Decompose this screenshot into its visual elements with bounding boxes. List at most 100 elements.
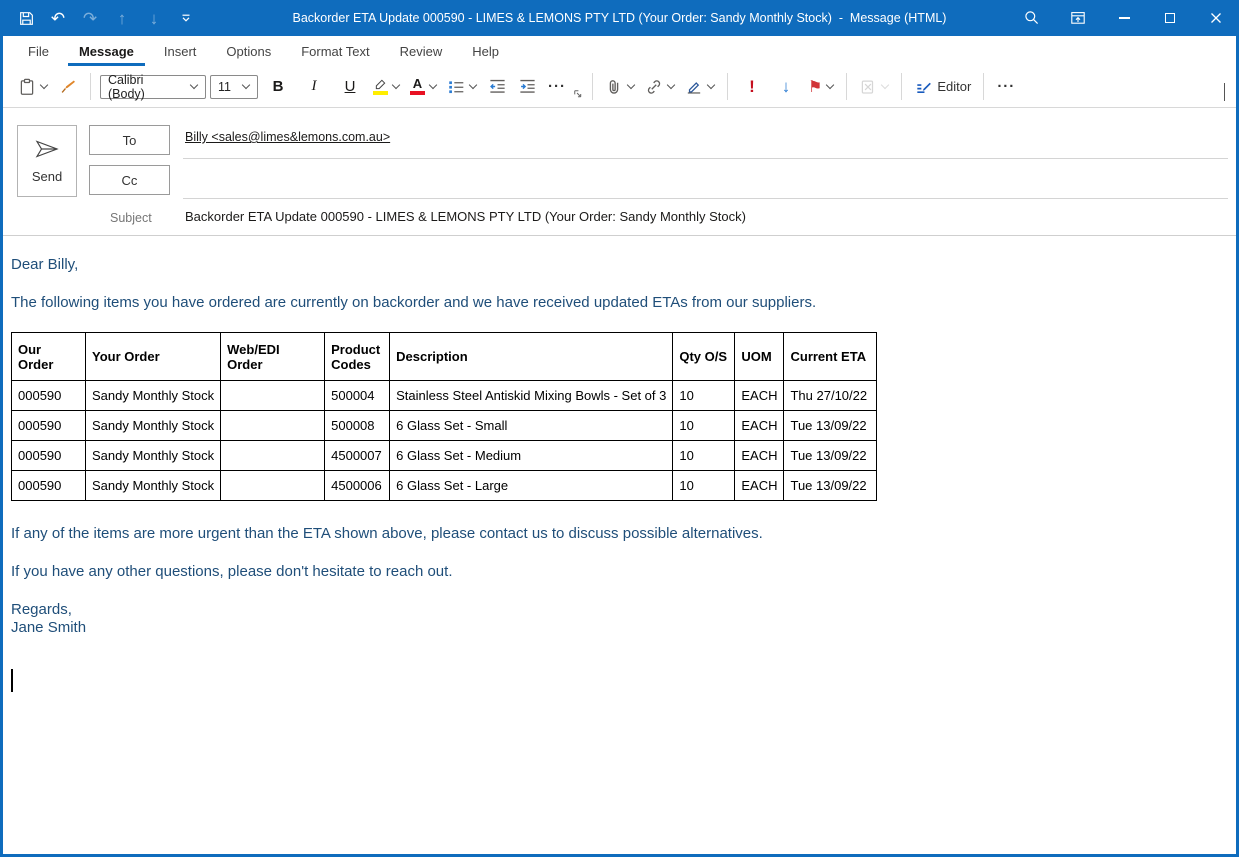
minimize-button[interactable] xyxy=(1101,0,1147,36)
table-cell: 000590 xyxy=(12,381,86,411)
tab-message[interactable]: Message xyxy=(68,39,145,66)
low-importance-icon: ↓ xyxy=(774,77,798,97)
backorder-table: Our Order Your Order Web/EDI Order Produ… xyxy=(11,332,877,501)
maximize-icon xyxy=(1165,13,1175,23)
move-up-button[interactable]: ↑ xyxy=(106,0,138,36)
search-button[interactable] xyxy=(1009,0,1055,36)
tab-options[interactable]: Options xyxy=(215,39,282,66)
bullets-icon xyxy=(447,78,465,96)
ribbon-tab-bar: File Message Insert Options Format Text … xyxy=(3,36,1236,66)
table-cell: EACH xyxy=(735,381,784,411)
high-importance-icon: ! xyxy=(740,77,764,97)
customize-quick-access-button[interactable] xyxy=(170,0,202,36)
table-row: 000590 Sandy Monthly Stock 4500007 6 Gla… xyxy=(12,441,877,471)
font-color-button[interactable]: A xyxy=(407,72,440,102)
bullets-button[interactable] xyxy=(444,72,480,102)
table-row: 000590 Sandy Monthly Stock 500008 6 Glas… xyxy=(12,411,877,441)
underline-button[interactable]: U xyxy=(334,72,366,102)
recipient-chip[interactable]: Billy <sales@limes&lemons.com.au> xyxy=(185,130,390,144)
follow-up-flag-button[interactable]: ⚑ xyxy=(805,72,837,102)
table-cell: Tue 13/09/22 xyxy=(784,411,877,441)
message-header: Send To Cc Billy <sales@limes&lemons.com… xyxy=(3,108,1236,236)
paste-icon xyxy=(18,78,36,96)
table-cell: 10 xyxy=(673,471,735,501)
more-basic-text-button[interactable]: ··· xyxy=(544,72,570,102)
send-label: Send xyxy=(32,169,62,184)
table-cell: 500008 xyxy=(325,411,390,441)
to-field[interactable] xyxy=(183,158,1228,159)
bold-button[interactable]: B xyxy=(262,72,294,102)
paste-button[interactable] xyxy=(15,72,51,102)
text-highlight-color-button[interactable] xyxy=(370,72,403,102)
redo-icon: ↷ xyxy=(83,10,97,27)
tab-review[interactable]: Review xyxy=(389,39,454,66)
text-cursor xyxy=(11,669,13,692)
divider xyxy=(727,73,728,100)
header-cell: Our Order xyxy=(12,333,86,381)
low-importance-button[interactable]: ↓ xyxy=(771,72,801,102)
send-icon xyxy=(34,138,60,160)
cc-field[interactable] xyxy=(183,198,1228,199)
send-button[interactable]: Send xyxy=(17,125,77,197)
tab-help[interactable]: Help xyxy=(461,39,510,66)
dropdown-chevron-icon xyxy=(392,81,400,89)
tab-insert[interactable]: Insert xyxy=(153,39,208,66)
font-color-bar xyxy=(410,91,425,95)
divider xyxy=(90,73,91,100)
header-cell: Description xyxy=(390,333,673,381)
signature-button[interactable] xyxy=(682,72,718,102)
titlebar: ↶ ↷ ↑ ↓ Backorder ETA Update 000590 - LI… xyxy=(0,0,1239,36)
paperclip-icon xyxy=(605,78,623,96)
subject-field[interactable]: Backorder ETA Update 000590 - LIMES & LE… xyxy=(185,209,746,224)
to-button[interactable]: To xyxy=(89,125,170,155)
regards-line: Regards, xyxy=(11,601,1226,619)
font-size-select[interactable]: 11 xyxy=(210,75,258,99)
italic-button[interactable]: I xyxy=(298,72,330,102)
dropdown-chevron-icon xyxy=(40,81,48,89)
redo-button[interactable]: ↷ xyxy=(74,0,106,36)
font-name-select[interactable]: Calibri (Body) xyxy=(100,75,206,99)
dropdown-chevron-icon xyxy=(881,81,889,89)
move-down-button[interactable]: ↓ xyxy=(138,0,170,36)
ribbon-display-options-button[interactable] xyxy=(1055,0,1101,36)
bold-icon: B xyxy=(265,78,291,95)
signature-line: Jane Smith xyxy=(11,619,1226,637)
cc-value[interactable] xyxy=(185,170,1226,194)
high-importance-button[interactable]: ! xyxy=(737,72,767,102)
table-cell: 10 xyxy=(673,441,735,471)
close-button[interactable] xyxy=(1193,0,1239,36)
table-cell: Sandy Monthly Stock xyxy=(86,381,221,411)
decrease-indent-button[interactable] xyxy=(484,72,510,102)
collapse-ribbon-button[interactable] xyxy=(1223,83,1226,101)
chevron-down-icon xyxy=(1224,83,1225,101)
tab-format-text[interactable]: Format Text xyxy=(290,39,380,66)
message-body-editor[interactable]: Dear Billy, The following items you have… xyxy=(3,236,1236,692)
flag-icon: ⚑ xyxy=(808,77,822,97)
tab-file[interactable]: File xyxy=(17,39,60,66)
assign-policy-icon xyxy=(859,78,877,96)
signature-block: Regards, Jane Smith xyxy=(11,601,1226,637)
assign-policy-button xyxy=(856,72,892,102)
link-icon xyxy=(645,78,663,96)
table-cell: EACH xyxy=(735,471,784,501)
dropdown-chevron-icon xyxy=(242,81,250,89)
save-button[interactable] xyxy=(10,0,42,36)
cc-button[interactable]: Cc xyxy=(89,165,170,195)
format-painter-button[interactable] xyxy=(55,72,81,102)
editor-button[interactable]: Editor xyxy=(911,72,974,102)
decrease-indent-icon xyxy=(488,77,507,96)
attach-file-button[interactable] xyxy=(602,72,638,102)
maximize-button[interactable] xyxy=(1147,0,1193,36)
more-commands-button[interactable]: ··· xyxy=(993,72,1019,102)
increase-indent-button[interactable] xyxy=(514,72,540,102)
dropdown-chevron-icon xyxy=(469,81,477,89)
undo-button[interactable]: ↶ xyxy=(42,0,74,36)
table-cell: Tue 13/09/22 xyxy=(784,471,877,501)
link-button[interactable] xyxy=(642,72,678,102)
ribbon: Calibri (Body) 11 B I U xyxy=(3,66,1236,108)
quick-access-toolbar: ↶ ↷ ↑ ↓ xyxy=(0,0,202,36)
dropdown-chevron-icon xyxy=(429,81,437,89)
basic-text-dialog-launcher[interactable] xyxy=(572,86,583,104)
table-cell: EACH xyxy=(735,441,784,471)
table-cell: 000590 xyxy=(12,471,86,501)
